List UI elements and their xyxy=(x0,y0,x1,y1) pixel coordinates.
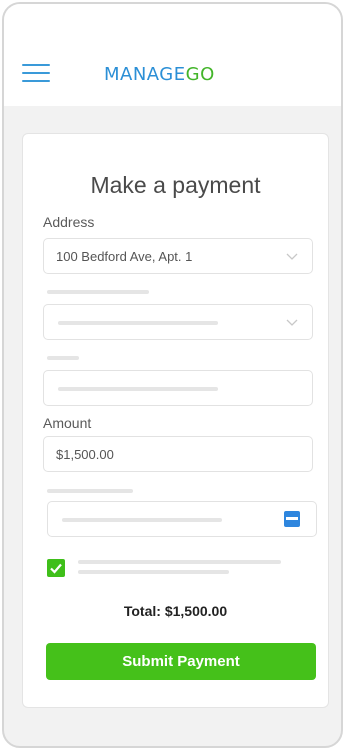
amount-label: Amount xyxy=(43,415,92,431)
chevron-down-icon xyxy=(286,319,298,326)
placeholder-select-field[interactable] xyxy=(43,304,313,340)
total-summary: Total: $1,500.00 xyxy=(23,603,328,619)
logo-text-go: GO xyxy=(185,64,215,85)
total-value: $1,500.00 xyxy=(164,603,228,619)
agree-checkbox[interactable] xyxy=(47,559,65,577)
placeholder-value-line xyxy=(58,321,218,325)
amount-value: $1,500.00 xyxy=(56,447,114,462)
placeholder-label-line xyxy=(47,489,133,493)
phone-frame: MANAGEGO Make a payment Address 100 Bedf… xyxy=(2,2,343,748)
total-label: Total: xyxy=(123,603,161,619)
submit-payment-button[interactable]: Submit Payment xyxy=(46,643,316,680)
placeholder-input-field[interactable] xyxy=(43,370,313,406)
calendar-icon[interactable] xyxy=(284,511,300,527)
payment-card: Make a payment Address 100 Bedford Ave, … xyxy=(22,133,329,708)
app-header: MANAGEGO xyxy=(4,4,341,106)
address-select[interactable]: 100 Bedford Ave, Apt. 1 xyxy=(43,238,313,274)
logo-text-manage: MANAGE xyxy=(104,64,186,85)
placeholder-label-line xyxy=(47,290,149,294)
checkmark-icon xyxy=(50,563,62,574)
page-title: Make a payment xyxy=(90,172,261,198)
placeholder-terms-line xyxy=(78,560,281,564)
placeholder-terms-line xyxy=(78,570,229,574)
address-label: Address xyxy=(43,214,95,230)
app-logo: MANAGEGO xyxy=(104,64,215,85)
chevron-down-icon xyxy=(286,253,298,260)
placeholder-label-line xyxy=(47,356,79,360)
date-input[interactable] xyxy=(47,501,317,537)
address-value: 100 Bedford Ave, Apt. 1 xyxy=(56,249,193,264)
placeholder-value-line xyxy=(58,387,218,391)
hamburger-icon[interactable] xyxy=(22,64,50,84)
placeholder-value-line xyxy=(62,518,222,522)
amount-input[interactable]: $1,500.00 xyxy=(43,436,313,472)
